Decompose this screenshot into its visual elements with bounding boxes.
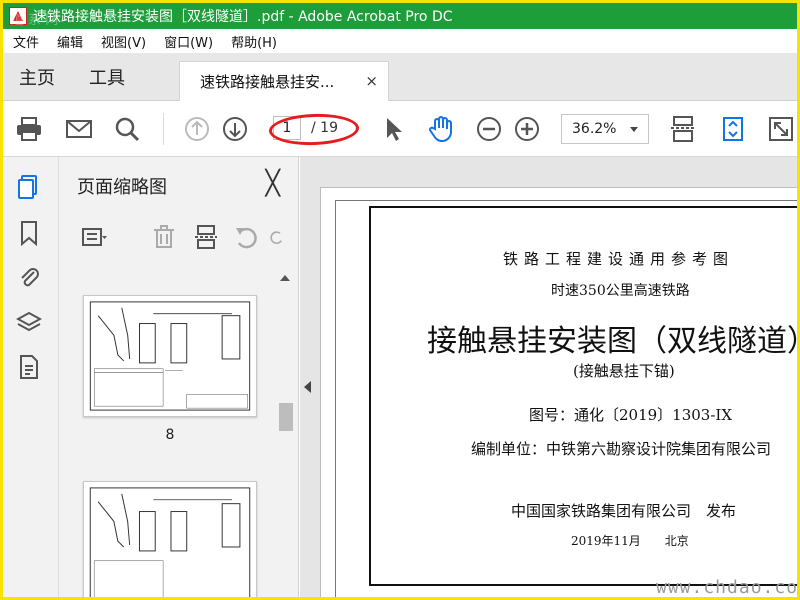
page-thumbnail[interactable] bbox=[83, 481, 257, 597]
doc-drawing-number: 图号：通化〔2019〕1303-IX bbox=[529, 406, 733, 424]
window-title: 速铁路接触悬挂安装图［双线隧道］.pdf - Adobe Acrobat Pro… bbox=[33, 9, 453, 25]
document-properties-icon[interactable] bbox=[15, 353, 43, 381]
doc-series-title: 铁路工程建设通用参考图 bbox=[503, 250, 735, 268]
document-tab-label: 速铁路接触悬挂安... bbox=[200, 73, 335, 91]
attachment-icon[interactable] bbox=[15, 263, 43, 291]
page-thumbnails-panel: 页面缩略图 ╳ 8 bbox=[59, 157, 299, 597]
doc-section-title: (接触悬挂下锚) bbox=[573, 362, 675, 380]
close-panel-icon[interactable]: ╳ bbox=[266, 169, 280, 197]
bookmark-icon[interactable] bbox=[15, 219, 43, 247]
thumbnail-page-number: 8 bbox=[165, 427, 175, 443]
next-page-icon[interactable] bbox=[221, 115, 249, 143]
tab-home[interactable]: 主页 bbox=[19, 64, 55, 90]
left-icon-rail bbox=[3, 157, 59, 597]
page-thumbnails-icon[interactable] bbox=[15, 173, 43, 201]
email-icon[interactable] bbox=[65, 115, 93, 143]
zoom-out-icon[interactable] bbox=[475, 115, 503, 143]
zoom-value: 36.2% bbox=[572, 121, 617, 137]
split-pages-icon[interactable] bbox=[191, 223, 221, 251]
chevron-down-icon bbox=[630, 127, 638, 132]
watermark-text: 道 系 网 bbox=[11, 13, 59, 28]
fit-page-icon[interactable] bbox=[669, 115, 697, 143]
document-page: 铁路工程建设通用参考图 时速350公里高速铁路 接触悬挂安装图（双线隧道） (接… bbox=[320, 187, 800, 597]
scrollbar-thumb[interactable] bbox=[279, 403, 293, 431]
zoom-in-icon[interactable] bbox=[513, 115, 541, 143]
doc-subtitle: 时速350公里高速铁路 bbox=[551, 283, 690, 299]
close-tab-icon[interactable]: × bbox=[365, 72, 378, 90]
thumbnail-scrollbar[interactable] bbox=[277, 269, 293, 597]
zoom-dropdown[interactable]: 36.2% bbox=[561, 114, 649, 144]
doc-date-place: 2019年11月 北京 bbox=[571, 534, 689, 548]
tab-document[interactable]: 速铁路接触悬挂安... × bbox=[179, 61, 389, 101]
tabs-row: 主页 工具 速铁路接触悬挂安... × bbox=[3, 53, 797, 101]
collapse-panel-icon[interactable] bbox=[304, 381, 311, 393]
options-menu-icon[interactable] bbox=[79, 223, 109, 251]
search-icon[interactable] bbox=[113, 115, 141, 143]
panel-title: 页面缩略图 bbox=[77, 177, 167, 198]
delete-pages-icon[interactable] bbox=[149, 223, 179, 251]
doc-publisher: 中国国家铁路集团有限公司 发布 bbox=[511, 502, 737, 520]
document-viewer[interactable]: 铁路工程建设通用参考图 时速350公里高速铁路 接触悬挂安装图（双线隧道） (接… bbox=[300, 157, 800, 598]
title-bar: 速铁路接触悬挂安装图［双线隧道］.pdf - Adobe Acrobat Pro… bbox=[3, 3, 797, 29]
print-icon[interactable] bbox=[15, 115, 43, 143]
site-watermark: www.chdao.com bbox=[656, 577, 800, 598]
menu-edit[interactable]: 编辑 bbox=[49, 32, 91, 51]
rotate-view-icon[interactable] bbox=[719, 115, 747, 143]
redo-icon[interactable] bbox=[269, 223, 285, 251]
menu-bar: 文件 编辑 视图(V) 窗口(W) 帮助(H) bbox=[3, 29, 797, 53]
toolbar-divider bbox=[163, 113, 164, 145]
app-window: 速铁路接触悬挂安装图［双线隧道］.pdf - Adobe Acrobat Pro… bbox=[0, 0, 800, 600]
undo-icon[interactable] bbox=[231, 223, 261, 251]
hand-tool-icon[interactable] bbox=[427, 115, 455, 143]
menu-help[interactable]: 帮助(H) bbox=[223, 32, 285, 51]
full-screen-icon[interactable] bbox=[767, 115, 795, 143]
page-thumbnail[interactable] bbox=[83, 295, 257, 417]
thumbnail-toolbar bbox=[59, 213, 299, 261]
doc-author-unit: 编制单位：中铁第六勘察设计院集团有限公司 bbox=[471, 440, 772, 458]
main-toolbar: / 19 36.2% bbox=[3, 101, 797, 157]
thumbnail-list: 8 bbox=[59, 269, 299, 597]
prev-page-icon[interactable] bbox=[183, 115, 211, 143]
select-cursor-icon[interactable] bbox=[379, 115, 407, 143]
tab-tools[interactable]: 工具 bbox=[89, 64, 125, 90]
menu-view[interactable]: 视图(V) bbox=[93, 32, 154, 51]
doc-main-title: 接触悬挂安装图（双线隧道） bbox=[427, 324, 800, 359]
scroll-up-icon[interactable] bbox=[280, 275, 290, 281]
menu-file[interactable]: 文件 bbox=[5, 32, 47, 51]
layers-icon[interactable] bbox=[15, 309, 43, 337]
menu-window[interactable]: 窗口(W) bbox=[156, 32, 221, 51]
